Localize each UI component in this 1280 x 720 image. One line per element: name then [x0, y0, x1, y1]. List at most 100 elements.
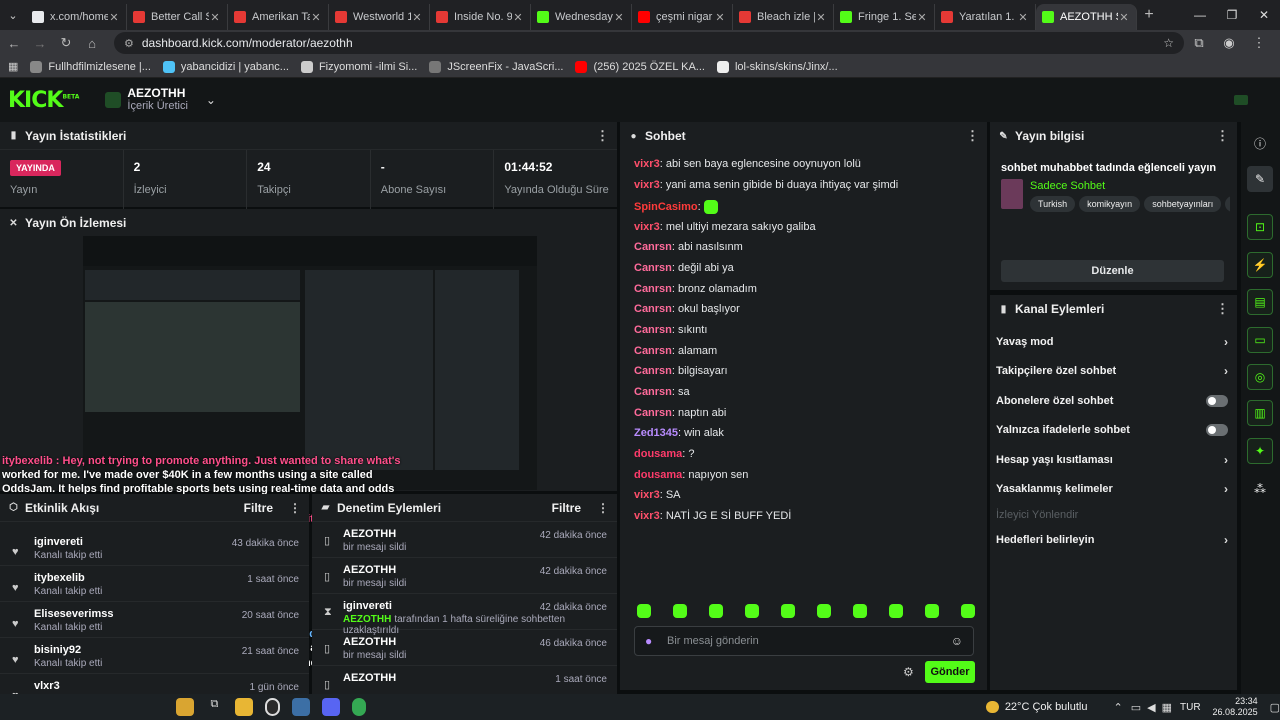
tab-close-icon[interactable]: ✕: [108, 11, 120, 24]
activity-row[interactable]: ♥ Eliseseverimss Kanalı takip etti 20 saat …: [0, 602, 309, 638]
emote-icon[interactable]: [709, 604, 723, 618]
chat-username[interactable]: vixr3: [634, 489, 660, 501]
chat-username[interactable]: Canrsn: [634, 262, 672, 274]
browser-tab[interactable]: Westworld 1. S✕: [329, 4, 430, 30]
browser-tab[interactable]: Wednesday 2.✕: [531, 4, 632, 30]
chat-settings-icon[interactable]: ⚙: [903, 665, 914, 679]
tab-close-icon[interactable]: ✕: [916, 11, 928, 24]
bookmark-item[interactable]: Fizyomomi -ilmi Si...: [300, 60, 417, 73]
tray-chevron-icon[interactable]: ⌃: [1113, 701, 1122, 714]
browser-tab[interactable]: AEZOTHH Str✕: [1036, 4, 1137, 30]
volume-icon[interactable]: ◀: [1147, 701, 1155, 714]
stream-preview[interactable]: [83, 236, 537, 490]
tab-close-icon[interactable]: ✕: [714, 11, 726, 24]
bookmark-item[interactable]: yabancidizi | yabanc...: [162, 60, 289, 73]
edit-button[interactable]: Düzenle: [1001, 260, 1224, 282]
layout-icon[interactable]: ▥: [1247, 400, 1273, 426]
browser-tab[interactable]: Yaratılan 1. Se✕: [935, 4, 1036, 30]
bookmark-star-icon[interactable]: ☆: [1163, 36, 1174, 50]
bookmark-item[interactable]: (256) 2025 ÖZEL KA...: [575, 60, 705, 73]
channel-action-row[interactable]: Yalnızca ifadelerle sohbet: [996, 420, 1228, 440]
chat-username[interactable]: Canrsn: [634, 303, 672, 315]
share-icon[interactable]: ⁂: [1247, 476, 1273, 502]
weather-text[interactable]: 22°C Çok bulutlu: [1005, 701, 1088, 713]
kick-logo[interactable]: KICKBETA: [8, 88, 79, 113]
channel-actions-menu-icon[interactable]: ⋮: [1216, 301, 1229, 317]
clock[interactable]: 23:34 26.08.2025: [1213, 696, 1258, 718]
chat-username[interactable]: Canrsn: [634, 324, 672, 336]
emote-icon[interactable]: [889, 604, 903, 618]
emote-icon[interactable]: [961, 604, 975, 618]
chat-username[interactable]: vixr3: [634, 158, 660, 170]
forward-icon[interactable]: →: [28, 36, 52, 51]
focus-icon[interactable]: ⊡: [1247, 214, 1273, 240]
tab-close-icon[interactable]: ✕: [1118, 11, 1130, 24]
chat-username[interactable]: vixr3: [634, 221, 660, 233]
channel-action-row[interactable]: Yasaklanmış kelimeler ›: [996, 479, 1228, 499]
wrench-icon[interactable]: ✦: [1247, 438, 1273, 464]
tab-close-icon[interactable]: ✕: [209, 11, 221, 24]
channel-action-row[interactable]: Abonelere özel sohbet: [996, 391, 1228, 411]
channel-action-row[interactable]: Hesap yaşı kısıtlaması ›: [996, 450, 1228, 470]
chat-input[interactable]: ● Bir mesaj gönderin ☺: [634, 626, 974, 656]
chat-username[interactable]: Canrsn: [634, 283, 672, 295]
chevron-down-icon[interactable]: ⌄: [206, 93, 216, 107]
keyboard-icon[interactable]: ▦: [1162, 701, 1172, 714]
emote-icon[interactable]: [637, 604, 651, 618]
new-tab-button[interactable]: +: [1137, 6, 1161, 24]
browser-tab[interactable]: Amerikan Tanrı✕: [228, 4, 329, 30]
tab-close-icon[interactable]: ✕: [613, 11, 625, 24]
emote-icon[interactable]: [781, 604, 795, 618]
chrome-icon[interactable]: [351, 698, 366, 716]
task-view-icon[interactable]: ⧉: [206, 698, 224, 716]
activity-row[interactable]: ♥ iginvereti Kanalı takip etti 43 dakika ön…: [0, 530, 309, 566]
extensions-icon[interactable]: ⧉: [1184, 35, 1214, 51]
emote-icon[interactable]: [673, 604, 687, 618]
copilot-icon[interactable]: [176, 698, 194, 716]
chat-username[interactable]: Canrsn: [634, 241, 672, 253]
chat-username[interactable]: Canrsn: [634, 345, 672, 357]
emote-icon[interactable]: [853, 604, 867, 618]
browser-tab[interactable]: Inside No. 9 idi✕: [430, 4, 531, 30]
activity-row[interactable]: ♥vlxr31 gün önce: [0, 674, 309, 694]
apps-grid-icon[interactable]: ▦: [8, 60, 18, 73]
chat-username[interactable]: Canrsn: [634, 386, 672, 398]
browser-tab[interactable]: çeşmi nigar çor✕: [632, 4, 733, 30]
moderation-row[interactable]: ▯ AEZOTHH bir mesajı sildi 46 dakika önce: [312, 630, 617, 666]
toggle-switch[interactable]: [1206, 424, 1228, 436]
activity-row[interactable]: ♥ bisiniy92 Kanalı takip etti 21 saat önce: [0, 638, 309, 674]
file-explorer-icon[interactable]: [235, 698, 253, 716]
tab-close-icon[interactable]: ✕: [411, 11, 423, 24]
browser-tab[interactable]: Better Call Sau✕: [127, 4, 228, 30]
broadcast-icon[interactable]: ◎: [1247, 364, 1273, 390]
category-name[interactable]: Sadece Sohbet: [1030, 180, 1105, 192]
microphone-icon[interactable]: ●: [645, 634, 652, 648]
activity-filter[interactable]: Filtre: [244, 501, 273, 515]
activity-row[interactable]: ♥ itybexelib Kanalı takip etti 1 saat önce: [0, 566, 309, 602]
site-info-icon[interactable]: ⚙: [124, 37, 134, 50]
back-icon[interactable]: ←: [2, 36, 26, 51]
moderation-row[interactable]: ▯ AEZOTHH 1 saat önce: [312, 666, 617, 694]
activity-menu-icon[interactable]: ⋮: [289, 501, 301, 515]
bookmark-item[interactable]: lol-skins/skins/Jinx/...: [716, 60, 838, 73]
url-field[interactable]: ⚙ dashboard.kick.com/moderator/aezothh ☆: [114, 32, 1184, 54]
emote-icon[interactable]: [925, 604, 939, 618]
stream-tag[interactable]: oyu: [1225, 196, 1230, 212]
emoji-picker-icon[interactable]: ☺: [951, 634, 963, 648]
browser-tab[interactable]: Bleach izle | Tü✕: [733, 4, 834, 30]
info-icon[interactable]: ⓘ: [1247, 130, 1273, 156]
edit-icon[interactable]: ✎: [1247, 166, 1273, 192]
clipboard-icon[interactable]: ▤: [1247, 289, 1273, 315]
bookmark-item[interactable]: JScreenFix - JavaScri...: [429, 60, 563, 73]
channel-action-row[interactable]: Hedefleri belirleyin ›: [996, 530, 1228, 550]
stream-tag[interactable]: sohbetyayınları: [1144, 196, 1222, 212]
tab-close-icon[interactable]: ✕: [1017, 11, 1029, 24]
chat-username[interactable]: Zed1345: [634, 427, 678, 439]
home-icon[interactable]: ⌂: [80, 36, 104, 51]
moderation-menu-icon[interactable]: ⋮: [597, 501, 609, 515]
steam-icon[interactable]: [292, 698, 310, 716]
channel-action-row[interactable]: Yavaş mod ›: [996, 332, 1228, 352]
language-indicator[interactable]: TUR: [1180, 702, 1201, 713]
stream-tag[interactable]: komikyayın: [1079, 196, 1141, 212]
stats-menu-icon[interactable]: ⋮: [596, 128, 609, 144]
